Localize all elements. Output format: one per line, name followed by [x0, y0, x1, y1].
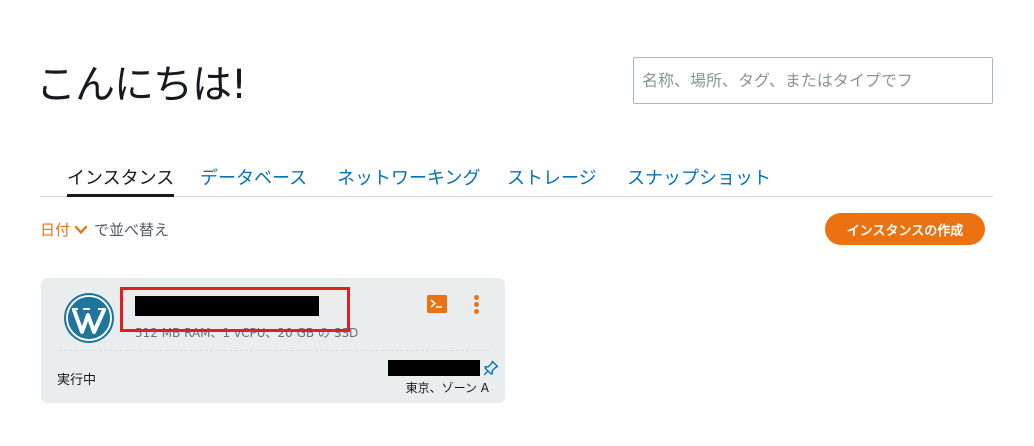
zone-label: 東京、ゾーン A: [405, 381, 489, 395]
sort-dropdown[interactable]: 日付: [40, 219, 94, 240]
lightsail-home: こんにちは! インスタンス データベース ネットワーキング ストレージ スナップ…: [0, 0, 1034, 446]
card-divider: [59, 350, 489, 351]
tab-bar: インスタンス データベース ネットワーキング ストレージ スナップショット: [40, 160, 993, 197]
highlight-box: [120, 287, 350, 332]
tab-snapshots[interactable]: スナップショット: [627, 164, 771, 197]
tab-networking[interactable]: ネットワーキング: [337, 164, 480, 197]
search-input[interactable]: [633, 57, 993, 104]
tab-instances[interactable]: インスタンス: [67, 164, 175, 197]
instance-card[interactable]: 512 MB RAM、1 vCPU、20 GB の SSD 実行中 東京、ゾーン…: [41, 278, 505, 403]
ip-address-redacted: [388, 360, 480, 376]
create-instance-button[interactable]: インスタンスの作成: [825, 213, 985, 245]
wordpress-icon: [64, 293, 114, 343]
more-options-icon[interactable]: [472, 295, 480, 315]
status-label: 実行中: [57, 373, 97, 388]
sort-key-label: 日付: [40, 221, 71, 239]
sort-control: 日付 で並べ替え: [40, 219, 169, 240]
terminal-icon[interactable]: [427, 295, 447, 313]
page-title: こんにちは!: [36, 62, 247, 108]
tab-databases[interactable]: データベース: [200, 164, 307, 197]
chevron-down-icon: [74, 225, 88, 234]
tab-storage[interactable]: ストレージ: [507, 164, 597, 197]
sort-suffix-label: で並べ替え: [94, 221, 170, 239]
pin-icon[interactable]: [483, 360, 499, 376]
